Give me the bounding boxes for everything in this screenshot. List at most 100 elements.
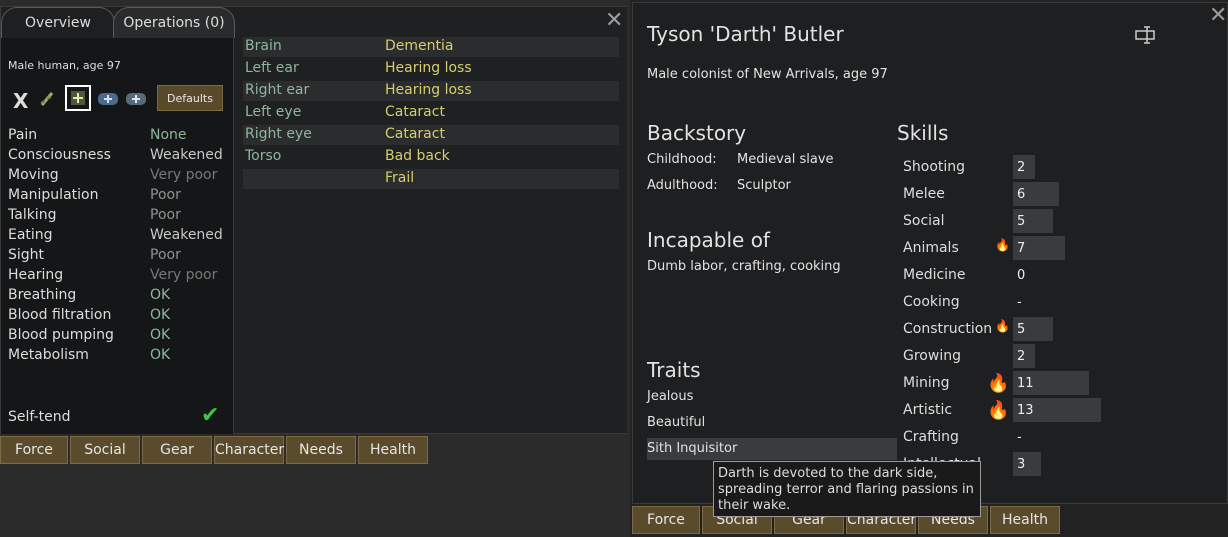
trait-item[interactable]: Beautiful <box>647 415 705 430</box>
childhood-label: Childhood: <box>647 152 717 167</box>
health-panel: Male human, age 97 X Defaults Pain None Co… <box>0 6 627 434</box>
skill-value: 2 <box>1017 160 1026 175</box>
skill-value: 0 <box>1017 268 1026 283</box>
capacity-name: Pain <box>8 127 38 143</box>
capacity-name: Blood pumping <box>8 327 114 343</box>
skill-name: Animals <box>903 240 959 256</box>
rename-icon[interactable] <box>1135 25 1159 45</box>
skill-name: Growing <box>903 348 961 364</box>
hediff-row[interactable]: Brain Dementia <box>243 37 619 57</box>
skill-value: 3 <box>1017 457 1026 472</box>
skill-row[interactable]: Mining 🔥 11 <box>901 371 1101 397</box>
skill-row[interactable]: Shooting 2 <box>901 155 1101 181</box>
character-close-icon[interactable]: ✕ <box>1209 5 1227 27</box>
capacity-name: Metabolism <box>8 347 89 363</box>
skill-name: Melee <box>903 186 945 202</box>
capacity-row: Sight Poor <box>8 247 228 267</box>
hediff-list-pane: Brain Dementia Left ear Hearing loss Right e… <box>235 7 627 433</box>
skill-row[interactable]: Animals 🔥 7 <box>901 236 1101 262</box>
trait-tooltip: Darth is devoted to the dark side, sprea… <box>713 461 981 517</box>
hediff-row[interactable]: Torso Bad back <box>243 147 619 167</box>
character-subtitle: Male colonist of New Arrivals, age 97 <box>647 67 888 82</box>
hediff-row[interactable]: Right ear Hearing loss <box>243 81 619 101</box>
incapable-text: Dumb labor, crafting, cooking <box>647 259 841 274</box>
best-medicine-icon[interactable] <box>125 91 147 105</box>
defaults-button[interactable]: Defaults <box>157 85 223 111</box>
hediff-label: Hearing loss <box>385 60 472 76</box>
tab-gear[interactable]: Gear <box>142 436 212 464</box>
tab-overview[interactable]: Overview <box>1 7 115 38</box>
herbal-medicine-icon[interactable] <box>39 91 55 107</box>
tab-health[interactable]: Health <box>990 506 1060 534</box>
skill-row[interactable]: Cooking - <box>901 290 1101 316</box>
no-care-icon[interactable]: X <box>13 89 28 113</box>
skill-row[interactable]: Artistic 🔥 13 <box>901 398 1101 424</box>
hediff-row[interactable]: Frail <box>243 169 619 189</box>
skill-row[interactable]: Melee 6 <box>901 182 1101 208</box>
capacity-value: Poor <box>150 247 181 263</box>
hediff-label: Dementia <box>385 38 454 54</box>
capacity-value: Weakened <box>150 227 223 243</box>
capacity-row: Consciousness Weakened <box>8 147 228 167</box>
capacity-name: Consciousness <box>8 147 111 163</box>
self-tend-checkbox[interactable]: ✔ <box>201 403 219 428</box>
skill-row[interactable]: Medicine 0 <box>901 263 1101 289</box>
capacity-value: Very poor <box>150 267 218 283</box>
capacity-value: Poor <box>150 187 181 203</box>
skill-name: Medicine <box>903 267 966 283</box>
tab-force[interactable]: Force <box>632 506 700 534</box>
hediff-row[interactable]: Right eye Cataract <box>243 125 619 145</box>
tab-force[interactable]: Force <box>0 436 68 464</box>
body-part-label: Left eye <box>245 104 302 120</box>
self-tend-label: Self-tend <box>8 409 71 425</box>
skills-heading: Skills <box>897 121 949 145</box>
industrial-medicine-icon[interactable] <box>65 85 91 111</box>
hediff-label: Bad back <box>385 148 450 164</box>
capacity-row: Blood pumping OK <box>8 327 228 347</box>
trait-item-highlighted[interactable]: Sith Inquisitor <box>647 438 897 460</box>
hediff-row[interactable]: Left eye Cataract <box>243 103 619 123</box>
tab-operations[interactable]: Operations (0) <box>113 7 235 38</box>
capacity-name: Talking <box>8 207 57 223</box>
adulthood-value[interactable]: Sculptor <box>737 178 791 193</box>
skill-value: 5 <box>1017 214 1026 229</box>
tab-social[interactable]: Social <box>70 436 140 464</box>
capacity-row: Pain None <box>8 127 228 147</box>
capacity-name: Breathing <box>8 287 77 303</box>
skill-row[interactable]: Growing 2 <box>901 344 1101 370</box>
hediff-label: Cataract <box>385 126 445 142</box>
major-passion-icon: 🔥 <box>987 400 1010 421</box>
health-overview-pane: Male human, age 97 X Defaults Pain None Co… <box>1 37 234 434</box>
capacity-value: Poor <box>150 207 181 223</box>
body-part-label: Right ear <box>245 82 310 98</box>
character-name: Tyson 'Darth' Butler <box>647 22 844 46</box>
skill-row[interactable]: Social 5 <box>901 209 1101 235</box>
tab-character[interactable]: Character <box>214 436 284 464</box>
hediff-row[interactable]: Left ear Hearing loss <box>243 59 619 79</box>
body-part-label: Brain <box>245 38 282 54</box>
trait-item[interactable]: Jealous <box>647 389 693 404</box>
skill-value: - <box>1017 295 1022 310</box>
character-panel: Tyson 'Darth' Butler ✕ Male colonist of … <box>632 2 1228 504</box>
capacity-row: Hearing Very poor <box>8 267 228 287</box>
skill-value: - <box>1017 430 1022 445</box>
pawn-description: Male human, age 97 <box>8 59 121 72</box>
capacity-name: Manipulation <box>8 187 99 203</box>
medical-care-selector: X Defaults <box>9 85 229 113</box>
skill-value: 13 <box>1017 403 1034 418</box>
childhood-value[interactable]: Medieval slave <box>737 152 834 167</box>
health-close-icon[interactable]: ✕ <box>605 10 623 32</box>
skill-value: 2 <box>1017 349 1026 364</box>
skill-row[interactable]: Crafting - <box>901 425 1101 451</box>
capacity-name: Blood filtration <box>8 307 112 323</box>
incapable-heading: Incapable of <box>647 228 770 252</box>
skill-row[interactable]: Construction 🔥 5 <box>901 317 1101 343</box>
glitterworld-medicine-icon[interactable] <box>97 91 119 105</box>
skill-name: Shooting <box>903 159 966 175</box>
tab-needs[interactable]: Needs <box>286 436 356 464</box>
skill-value: 6 <box>1017 187 1026 202</box>
traits-heading: Traits <box>647 358 701 382</box>
tab-health[interactable]: Health <box>358 436 428 464</box>
capacity-name: Sight <box>8 247 45 263</box>
skill-name: Construction <box>903 321 993 337</box>
